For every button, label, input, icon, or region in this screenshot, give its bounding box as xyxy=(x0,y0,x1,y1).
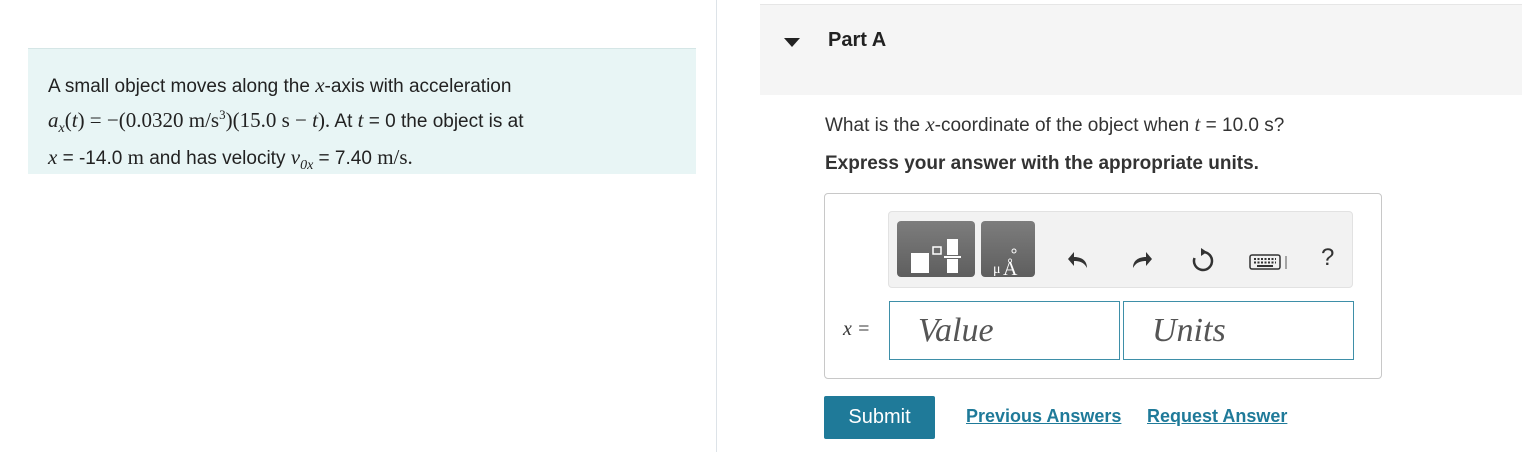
question-suffix: = 10.0 s? xyxy=(1200,115,1285,136)
previous-answers-link[interactable]: Previous Answers xyxy=(966,406,1121,427)
problem-text: At xyxy=(330,111,358,132)
answer-label-text: x = xyxy=(843,318,871,340)
math-toolbar: μ Å ? xyxy=(888,211,1353,288)
templates-icon xyxy=(911,239,961,273)
svg-text:Å: Å xyxy=(1003,258,1018,277)
problem-line-3: x = -14.0 m and has velocity v0x = 7.40 … xyxy=(48,143,676,180)
submit-button[interactable]: Submit xyxy=(824,396,935,439)
units-icon: μ Å xyxy=(993,248,1018,280)
problem-line-2: ax(t) = −(0.0320 m/s3)(15.0 s − t). At t… xyxy=(48,101,676,143)
reset-icon[interactable] xyxy=(1190,248,1216,274)
var-x: x xyxy=(48,145,58,170)
units-field[interactable] xyxy=(1123,301,1354,360)
svg-text:μ: μ xyxy=(993,262,1001,277)
question-middle: -coordinate of the object when xyxy=(934,115,1195,136)
units-input[interactable] xyxy=(1124,302,1353,359)
unit-m-per-s: m/s. xyxy=(377,145,413,170)
initial-position: = -14.0 xyxy=(57,148,128,170)
problem-line-1: A small object moves along the x-axis wi… xyxy=(48,71,676,101)
help-icon[interactable]: ? xyxy=(1321,244,1334,272)
question-text: What is the x-coordinate of the object w… xyxy=(825,112,1284,137)
units-button[interactable]: μ Å xyxy=(981,221,1035,280)
problem-text: and has velocity xyxy=(143,148,291,170)
problem-statement: A small object moves along the x-axis wi… xyxy=(28,48,696,174)
initial-velocity: = 7.40 xyxy=(313,148,378,170)
instruction-text: Express your answer with the appropriate… xyxy=(825,153,1259,174)
undo-icon[interactable] xyxy=(1067,250,1091,270)
value-field[interactable] xyxy=(889,301,1120,360)
var-v: v xyxy=(290,145,301,170)
answer-label: x = xyxy=(843,318,870,341)
var-x: x xyxy=(315,73,325,97)
collapse-caret-icon[interactable] xyxy=(784,38,800,47)
part-title: Part A xyxy=(828,29,887,51)
request-answer-link[interactable]: Request Answer xyxy=(1147,406,1287,427)
problem-text: = 0 the object is at xyxy=(363,111,524,132)
problem-text: A small object moves along the xyxy=(48,76,316,97)
var-subscript: 0x xyxy=(300,157,314,173)
value-input[interactable] xyxy=(890,302,1119,359)
unit-m: m xyxy=(127,145,144,170)
panel-divider xyxy=(716,0,717,452)
question-prefix: What is the xyxy=(825,115,926,136)
keyboard-icon[interactable] xyxy=(1249,253,1289,271)
redo-icon[interactable] xyxy=(1129,250,1153,270)
templates-button[interactable] xyxy=(897,221,975,277)
acceleration-expression: ax(t) = −(0.0320 m/s3)(15.0 s − t). xyxy=(48,107,331,137)
problem-text: -axis with acceleration xyxy=(324,76,512,97)
var-x: x xyxy=(925,112,935,136)
part-a-header[interactable]: Part A xyxy=(760,4,1522,95)
